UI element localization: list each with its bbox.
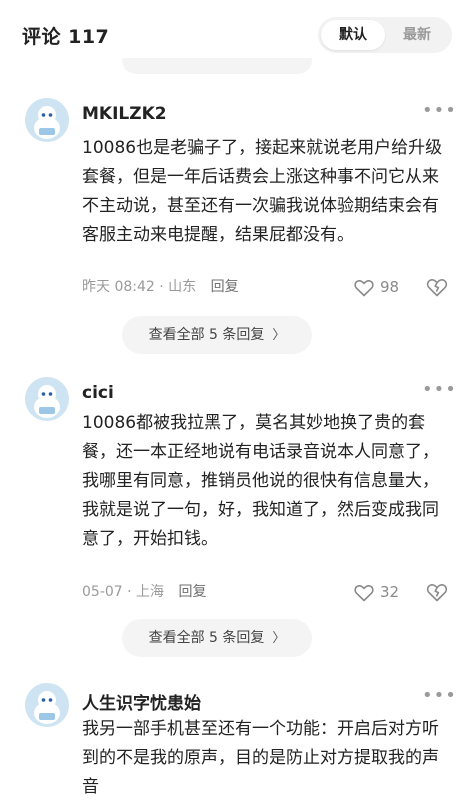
like-button[interactable]: 32 (354, 581, 399, 603)
view-replies-label: 查看全部 5 条回复 (148, 327, 265, 343)
meta-separator: · (159, 279, 164, 295)
reply-button[interactable]: 回复 (211, 279, 239, 295)
like-button[interactable]: 98 (354, 276, 399, 298)
avatar[interactable] (25, 98, 69, 142)
comment-text: 我另一部手机甚至还有一个功能：开启后对方听到的不是我的原声，目的是防止对方提取我… (82, 719, 439, 797)
comment-text: 10086也是老骗子了，接起来就说老用户给升级套餐，但是一年后话费会上涨这种事不… (82, 138, 443, 245)
comment-text: 10086都被我拉黑了，莫名其妙地换了贵的套餐，还一本正经地说有电话录音说本人同… (82, 413, 439, 549)
broken-heart-icon[interactable] (426, 276, 448, 298)
comment-location: 山东 (168, 279, 197, 295)
default-avatar-icon (25, 377, 69, 421)
more-dots-icon[interactable]: ••• (422, 687, 456, 705)
comments-count-title: 评论 117 (22, 26, 110, 48)
reply-button[interactable]: 回复 (179, 584, 207, 600)
more-dots-icon[interactable]: ••• (422, 102, 456, 120)
comment-location: 上海 (136, 584, 165, 600)
avatar[interactable] (25, 377, 69, 421)
chevron-right-icon: 〉 (272, 631, 286, 646)
heart-outline-icon (354, 279, 374, 296)
comment-time: 05-07 (82, 584, 123, 600)
view-replies-label: 查看全部 5 条回复 (148, 630, 265, 646)
default-avatar-icon (25, 98, 69, 142)
comment-meta: 昨天 08:42 · 山东 回复 (82, 276, 239, 298)
view-all-replies-button[interactable]: 查看全部 5 条回复〉 (122, 316, 312, 354)
sort-latest-tab[interactable]: 最新 (385, 20, 449, 50)
more-dots-icon[interactable]: ••• (422, 381, 456, 399)
comment-meta: 05-07 · 上海 回复 (82, 581, 207, 603)
username[interactable]: MKILZK2 (82, 104, 167, 124)
heart-outline-icon (354, 584, 374, 601)
broken-heart-icon[interactable] (426, 581, 448, 603)
sort-default-tab[interactable]: 默认 (321, 20, 385, 50)
view-all-replies-button[interactable]: 查看全部 5 条回复〉 (122, 619, 312, 657)
like-count: 32 (380, 583, 400, 601)
meta-separator: · (127, 584, 132, 600)
comment-time: 昨天 08:42 (82, 279, 155, 295)
username[interactable]: cici (82, 383, 114, 403)
default-avatar-icon (25, 683, 69, 727)
username[interactable]: 人生识字忧患始 (82, 689, 201, 714)
sort-toggle: 默认 最新 (318, 17, 452, 53)
like-count: 98 (380, 278, 400, 296)
previous-view-replies-pill[interactable] (122, 58, 312, 74)
avatar[interactable] (25, 683, 69, 727)
chevron-right-icon: 〉 (272, 328, 286, 343)
